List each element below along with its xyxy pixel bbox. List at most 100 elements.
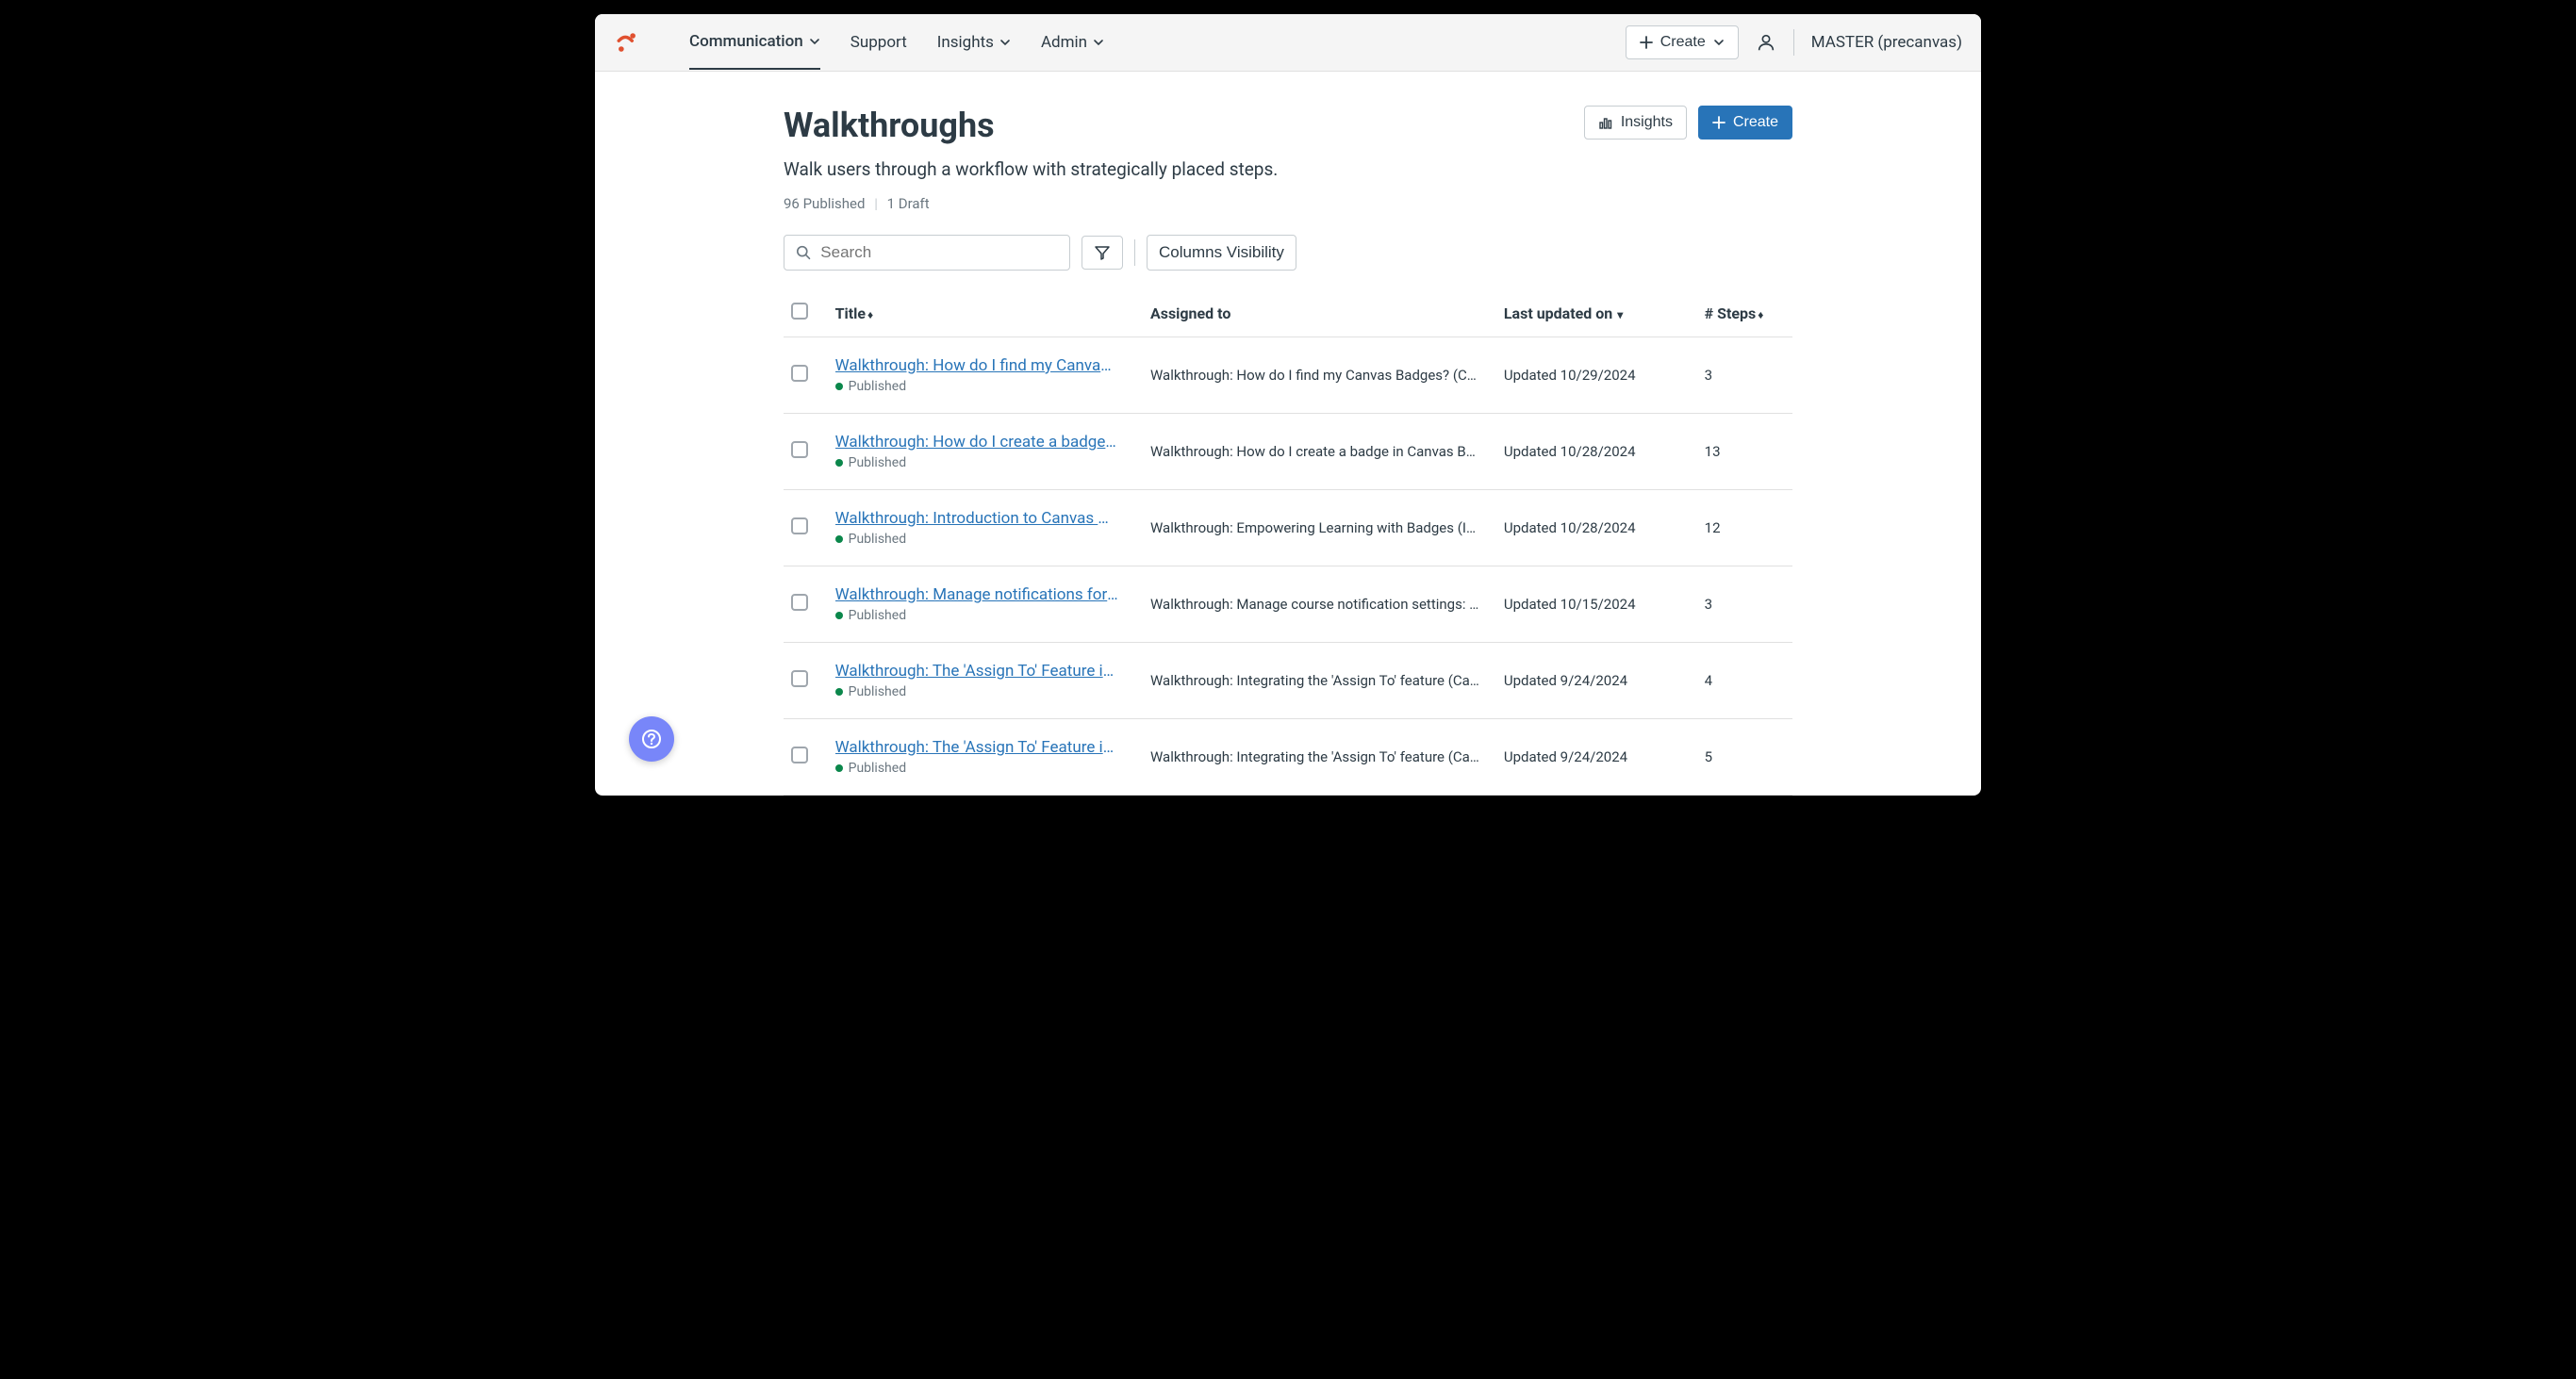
assigned-to-text: Walkthrough: Manage course notification … [1150, 596, 1480, 613]
updated-text: Updated 9/24/2024 [1496, 643, 1697, 719]
row-checkbox[interactable] [791, 441, 808, 458]
search-icon [796, 244, 811, 261]
status-label: Published [849, 532, 906, 547]
search-input[interactable] [820, 243, 1058, 262]
button-label: Insights [1621, 114, 1673, 131]
walkthroughs-table: Title♦ Assigned to Last updated on ▾ # S… [784, 289, 1792, 796]
help-fab[interactable] [629, 716, 674, 762]
steps-count: 13 [1697, 414, 1792, 490]
plus-icon [1640, 36, 1653, 49]
separator: | [874, 195, 878, 212]
walkthrough-title-link[interactable]: Walkthrough: The 'Assign To' Feature in … [835, 738, 1118, 757]
assigned-to-text: Walkthrough: Empowering Learning with Ba… [1150, 519, 1480, 536]
select-all-checkbox[interactable] [791, 303, 808, 320]
chevron-down-icon [999, 37, 1011, 48]
status-dot-icon [835, 383, 843, 390]
top-bar: Communication Support Insights Admin [595, 14, 1981, 72]
sort-icon: ♦ [867, 308, 873, 321]
sort-desc-icon: ▾ [1614, 308, 1623, 321]
columns-visibility-button[interactable]: Columns Visibility [1147, 235, 1296, 271]
button-label: Create [1733, 114, 1778, 131]
search-field[interactable] [784, 235, 1070, 271]
col-header-title[interactable]: Title♦ [828, 289, 1143, 337]
status-dot-icon [835, 688, 843, 696]
updated-text: Updated 9/24/2024 [1496, 719, 1697, 796]
chevron-down-icon [1093, 37, 1104, 48]
divider [1134, 239, 1135, 266]
create-button[interactable]: Create [1698, 106, 1792, 140]
assigned-to-text: Walkthrough: Integrating the 'Assign To'… [1150, 748, 1480, 765]
status-dot-icon [835, 764, 843, 772]
row-checkbox[interactable] [791, 594, 808, 611]
walkthrough-title-link[interactable]: Walkthrough: How do I create a badge in … [835, 433, 1118, 451]
row-checkbox[interactable] [791, 365, 808, 382]
question-icon [641, 729, 662, 749]
status-label: Published [849, 455, 906, 470]
draft-count: 1 Draft [887, 195, 930, 212]
filter-icon [1094, 244, 1111, 261]
chevron-down-icon [809, 36, 820, 47]
button-label: Columns Visibility [1159, 243, 1284, 262]
walkthrough-title-link[interactable]: Walkthrough: How do I find my Canvas Ba… [835, 356, 1118, 375]
status-label: Published [849, 379, 906, 394]
nav-communication[interactable]: Communication [689, 15, 820, 70]
steps-count: 3 [1697, 337, 1792, 414]
app-logo[interactable] [614, 29, 640, 56]
walkthrough-title-link[interactable]: Walkthrough: The 'Assign To' Feature in … [835, 662, 1118, 681]
steps-count: 3 [1697, 566, 1792, 643]
toolbar: Columns Visibility [784, 235, 1792, 271]
assigned-to-text: Walkthrough: How do I find my Canvas Bad… [1150, 367, 1480, 384]
nav-admin[interactable]: Admin [1041, 15, 1104, 70]
row-checkbox[interactable] [791, 670, 808, 687]
user-icon[interactable] [1756, 32, 1776, 53]
row-checkbox[interactable] [791, 747, 808, 763]
updated-text: Updated 10/29/2024 [1496, 337, 1697, 414]
walkthrough-title-link[interactable]: Walkthrough: Introduction to Canvas Cre… [835, 509, 1118, 528]
page-subtitle: Walk users through a workflow with strat… [784, 158, 1278, 180]
status-line: 96 Published | 1 Draft [784, 195, 1792, 212]
topbar-create-button[interactable]: Create [1626, 25, 1739, 59]
nav-label: Communication [689, 32, 803, 51]
nav-insights[interactable]: Insights [937, 15, 1011, 70]
sort-icon: ♦ [1758, 308, 1763, 321]
status-line: Published [835, 608, 1135, 623]
updated-text: Updated 10/15/2024 [1496, 566, 1697, 643]
updated-text: Updated 10/28/2024 [1496, 414, 1697, 490]
bar-chart-icon [1598, 115, 1613, 130]
divider [1793, 29, 1794, 56]
status-line: Published [835, 761, 1135, 776]
username-label[interactable]: MASTER (precanvas) [1811, 33, 1962, 52]
col-header-assigned[interactable]: Assigned to [1143, 289, 1496, 337]
main-nav: Communication Support Insights Admin [689, 15, 1104, 70]
steps-count: 12 [1697, 490, 1792, 566]
status-dot-icon [835, 535, 843, 543]
table-row: Walkthrough: How do I find my Canvas Ba…… [784, 337, 1792, 414]
table-row: Walkthrough: Manage notifications for a … [784, 566, 1792, 643]
nav-support[interactable]: Support [850, 15, 907, 70]
table-row: Walkthrough: Introduction to Canvas Cre…… [784, 490, 1792, 566]
col-header-updated[interactable]: Last updated on ▾ [1496, 289, 1697, 337]
nav-label: Insights [937, 33, 994, 52]
status-dot-icon [835, 612, 843, 619]
published-count: 96 Published [784, 195, 865, 212]
col-header-steps[interactable]: # Steps♦ [1697, 289, 1792, 337]
filter-button[interactable] [1082, 236, 1123, 270]
status-line: Published [835, 684, 1135, 699]
status-line: Published [835, 379, 1135, 394]
status-line: Published [835, 532, 1135, 547]
assigned-to-text: Walkthrough: Integrating the 'Assign To'… [1150, 672, 1480, 689]
nav-label: Support [850, 33, 907, 52]
walkthrough-title-link[interactable]: Walkthrough: Manage notifications for a … [835, 585, 1118, 604]
steps-count: 4 [1697, 643, 1792, 719]
nav-label: Admin [1041, 33, 1087, 52]
status-label: Published [849, 761, 906, 776]
insights-button[interactable]: Insights [1584, 106, 1687, 140]
main-content: Walkthroughs Walk users through a workfl… [784, 72, 1792, 796]
steps-count: 5 [1697, 719, 1792, 796]
page-title: Walkthroughs [784, 106, 1278, 145]
chevron-down-icon [1713, 37, 1725, 48]
row-checkbox[interactable] [791, 517, 808, 534]
status-dot-icon [835, 459, 843, 467]
plus-icon [1712, 116, 1726, 129]
updated-text: Updated 10/28/2024 [1496, 490, 1697, 566]
